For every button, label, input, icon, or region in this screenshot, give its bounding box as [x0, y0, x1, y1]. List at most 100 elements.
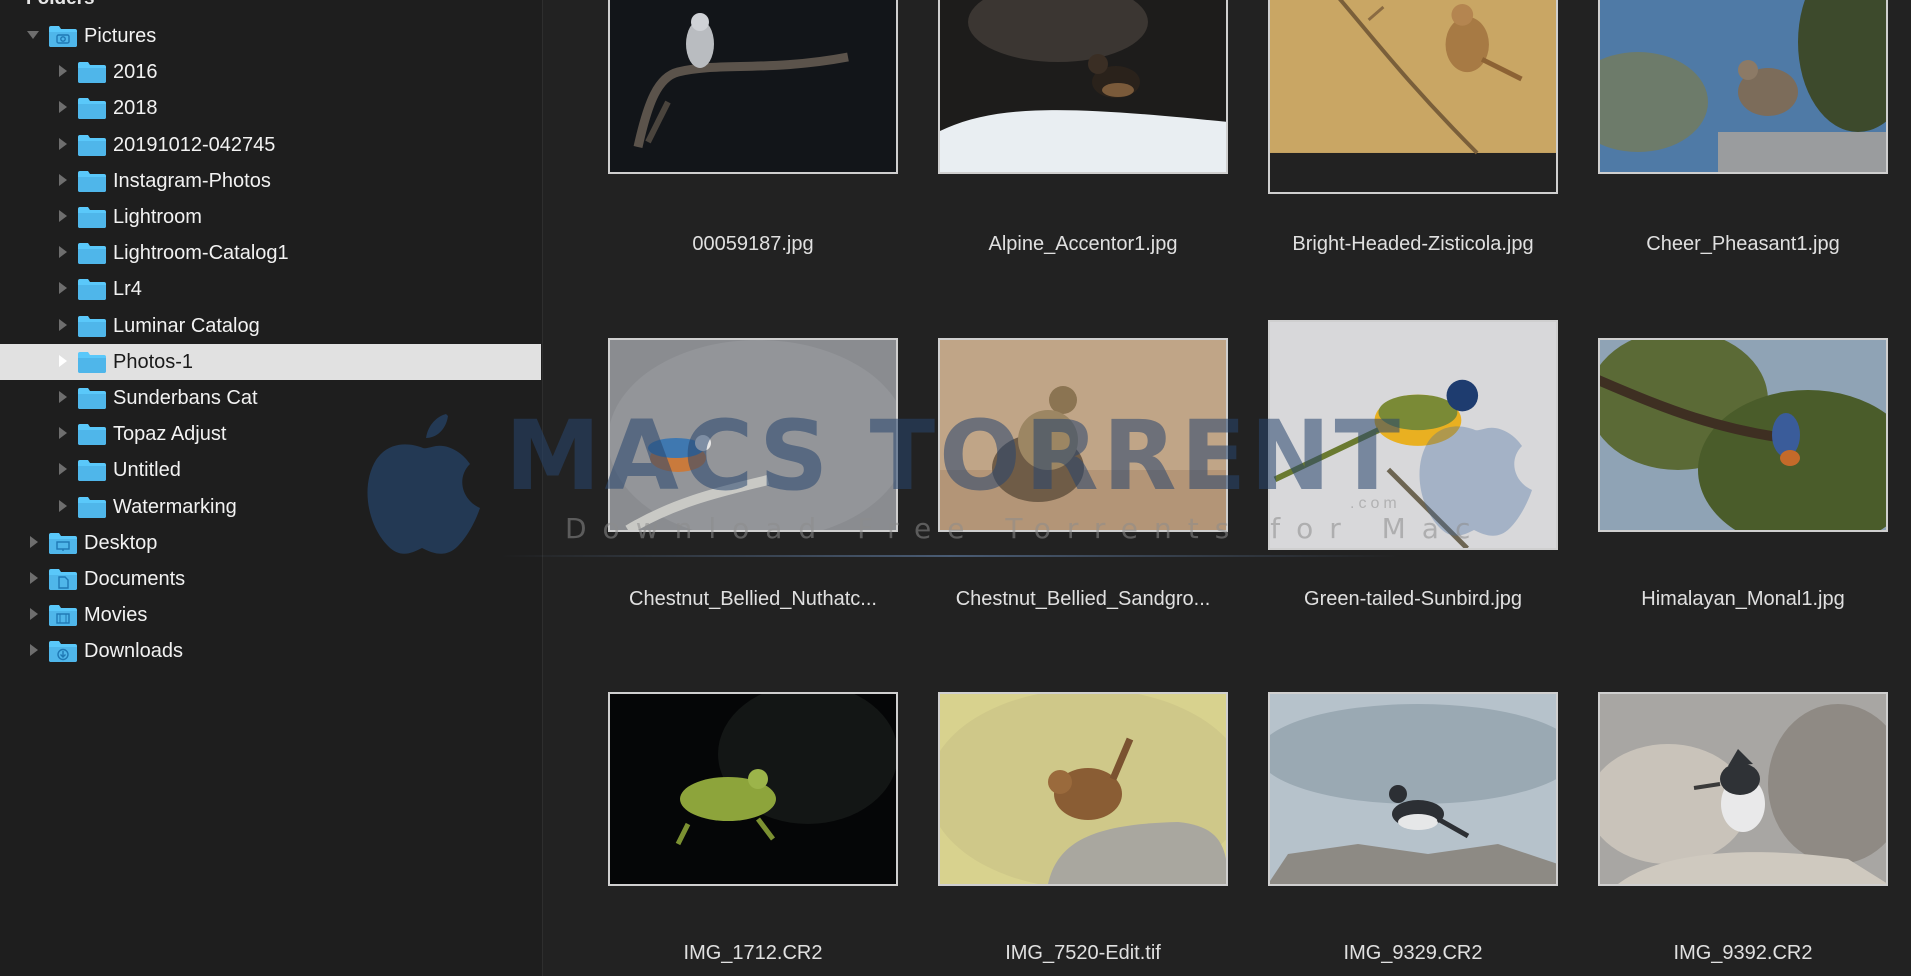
- folder-label: Desktop: [84, 531, 158, 554]
- folder-label: Pictures: [84, 25, 157, 47]
- disclosure-closed-icon[interactable]: [59, 318, 67, 331]
- photo-thumbnail-image[interactable]: [1598, 692, 1888, 886]
- disclosure-closed-icon[interactable]: [59, 246, 67, 259]
- photo-thumbnail-image[interactable]: [1598, 0, 1888, 174]
- disclosure-closed-icon[interactable]: [59, 282, 67, 295]
- disclosure-closed-icon[interactable]: [59, 210, 67, 222]
- disclosure-closed-icon[interactable]: [59, 427, 67, 440]
- photo-thumbnail-image[interactable]: [1268, 0, 1558, 194]
- photo-thumbnail-image[interactable]: [1268, 320, 1558, 550]
- photo-thumbnail-cell[interactable]: IMG_7520-Edit.tif: [938, 692, 1228, 976]
- photo-thumbnail-image[interactable]: [608, 692, 898, 886]
- photo-filename-label: IMG_9329.CR2: [1343, 942, 1483, 964]
- photo-thumbnail-image[interactable]: [938, 692, 1228, 886]
- disclosure-closed-icon[interactable]: [30, 535, 38, 548]
- folder-row-watermarking[interactable]: Watermarking: [0, 489, 541, 525]
- folder-label: Lr4: [113, 278, 142, 301]
- folder-row-untitled[interactable]: Untitled: [0, 452, 541, 488]
- photo-filename-label: IMG_9392.CR2: [1673, 942, 1813, 964]
- photo-thumbnail-cell[interactable]: Bright-Headed-Zisticola.jpg: [1268, 0, 1558, 320]
- disclosure-closed-icon[interactable]: [30, 608, 38, 621]
- photo-filename-label: Cheer_Pheasant1.jpg: [1646, 233, 1840, 255]
- photo-thumbnail-cell[interactable]: 00059187.jpg: [608, 0, 898, 320]
- photo-thumbnail-cell[interactable]: IMG_9329.CR2: [1268, 692, 1558, 976]
- photo-filename-label: Green-tailed-Sunbird.jpg: [1304, 588, 1522, 610]
- folder-label: 20191012-042745: [113, 133, 276, 156]
- folder-label: Watermarking: [113, 495, 237, 518]
- folder-row-desktop[interactable]: Desktop: [0, 525, 541, 561]
- downloads-folder-icon: [49, 641, 77, 663]
- folder-row-luminar-catalog[interactable]: Luminar Catalog: [0, 308, 541, 344]
- folder-icon: [78, 207, 106, 228]
- photo-thumbnail-image[interactable]: [938, 338, 1228, 532]
- folder-icon: [78, 388, 106, 409]
- disclosure-closed-icon[interactable]: [59, 65, 67, 78]
- photo-thumbnail-cell[interactable]: Chestnut_Bellied_Nuthatc...: [608, 338, 898, 658]
- folder-row-topaz-adjust[interactable]: Topaz Adjust: [0, 416, 541, 452]
- folder-label: Luminar Catalog: [113, 314, 260, 337]
- folder-row-instagram-photos[interactable]: Instagram-Photos: [0, 163, 541, 199]
- photo-thumbnail-image[interactable]: [1598, 338, 1888, 532]
- folder-label: 2018: [113, 97, 158, 120]
- photo-filename-label: Alpine_Accentor1.jpg: [988, 233, 1178, 255]
- folder-row-downloads[interactable]: Downloads: [0, 633, 541, 669]
- photo-filename-label: Chestnut_Bellied_Sandgro...: [955, 588, 1211, 610]
- disclosure-closed-icon[interactable]: [59, 354, 67, 367]
- folder-label: Lightroom-Catalog1: [113, 242, 289, 265]
- photo-filename-label: Chestnut_Bellied_Nuthatc...: [629, 588, 877, 610]
- folder-row-documents[interactable]: Documents: [0, 561, 541, 597]
- photo-thumbnail-cell[interactable]: Chestnut_Bellied_Sandgro...: [938, 338, 1228, 658]
- photo-thumbnail-cell[interactable]: IMG_9392.CR2: [1598, 692, 1888, 976]
- photo-filename-label: Himalayan_Monal1.jpg: [1641, 588, 1845, 610]
- disclosure-closed-icon[interactable]: [30, 644, 38, 657]
- photo-thumbnail-image[interactable]: [608, 338, 898, 532]
- movies-folder-icon: [49, 605, 77, 627]
- folder-row-lr4[interactable]: Lr4: [0, 271, 541, 307]
- photo-thumbnail-cell[interactable]: Green-tailed-Sunbird.jpg: [1268, 320, 1558, 658]
- disclosure-closed-icon[interactable]: [59, 391, 67, 403]
- folder-row-2016[interactable]: 2016: [0, 54, 541, 90]
- disclosure-closed-icon[interactable]: [59, 173, 67, 186]
- folder-row-2018[interactable]: 2018: [0, 90, 541, 126]
- photo-thumbnail-image[interactable]: [608, 0, 898, 174]
- photo-filename-label: IMG_7520-Edit.tif: [1005, 942, 1161, 964]
- photo-browser-window: Folders Pictures 2016 2018 20191012-042745 I…: [0, 0, 1911, 976]
- folder-icon: [78, 315, 106, 337]
- folder-row-lightroom[interactable]: Lightroom: [0, 199, 541, 235]
- disclosure-closed-icon[interactable]: [59, 137, 67, 150]
- photo-thumbnail-cell[interactable]: Himalayan_Monal1.jpg: [1598, 338, 1888, 658]
- folder-row-sunderbans-cat[interactable]: Sunderbans Cat: [0, 380, 541, 416]
- photo-thumbnail-image[interactable]: [1268, 692, 1558, 886]
- folder-label: Untitled: [113, 459, 181, 482]
- photo-thumbnail-cell[interactable]: Cheer_Pheasant1.jpg: [1598, 0, 1888, 320]
- folder-label: Topaz Adjust: [113, 423, 227, 446]
- folder-label: 2016: [113, 61, 158, 84]
- folder-icon: [78, 496, 106, 518]
- photo-thumbnail-cell[interactable]: Alpine_Accentor1.jpg: [938, 0, 1228, 320]
- folder-icon: [78, 243, 106, 265]
- folder-row-pictures[interactable]: Pictures: [0, 18, 541, 54]
- folder-row-20191012-042745[interactable]: 20191012-042745: [0, 127, 541, 163]
- folder-label: Lightroom: [113, 206, 202, 228]
- folder-row-photos-1[interactable]: Photos-1: [0, 343, 541, 380]
- disclosure-closed-icon[interactable]: [30, 572, 38, 584]
- folder-icon: [78, 351, 106, 373]
- folder-label: Sunderbans Cat: [113, 387, 258, 409]
- folders-section-header: Folders: [26, 0, 95, 10]
- disclosure-open-icon[interactable]: [27, 31, 39, 39]
- folder-row-lightroom-catalog1[interactable]: Lightroom-Catalog1: [0, 235, 541, 271]
- folder-row-movies[interactable]: Movies: [0, 597, 541, 633]
- photo-thumbnail-image[interactable]: [938, 0, 1228, 174]
- thumbnail-grid: 00059187.jpg Alpine_Accentor1.jpg Bright-H…: [543, 0, 1911, 976]
- folder-label: Movies: [84, 604, 148, 627]
- folder-icon: [78, 460, 106, 482]
- folder-icon: [78, 98, 106, 120]
- photo-thumbnail-cell[interactable]: IMG_1712.CR2: [608, 692, 898, 976]
- folder-icon: [78, 279, 106, 301]
- folder-icon: [78, 170, 106, 192]
- disclosure-closed-icon[interactable]: [59, 101, 67, 114]
- disclosure-closed-icon[interactable]: [59, 463, 67, 476]
- desktop-folder-icon: [49, 532, 77, 554]
- disclosure-closed-icon[interactable]: [59, 499, 67, 512]
- pictures-folder-icon: [49, 26, 77, 47]
